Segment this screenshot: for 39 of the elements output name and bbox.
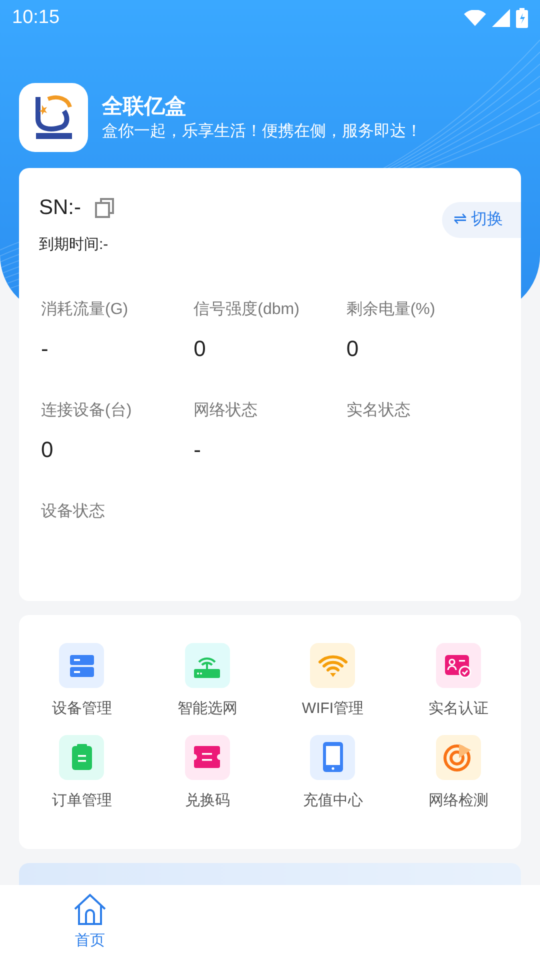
stat-label: 信号强度(dbm) <box>194 300 300 320</box>
stat-label: 设备状态 <box>41 502 106 522</box>
stat-value: - <box>41 335 50 363</box>
expiry-time: 到期时间:- <box>39 234 110 254</box>
menu-item[interactable]: 设备管理 <box>19 643 144 720</box>
menu-item[interactable]: 智能选网 <box>144 643 270 720</box>
wifi-icon <box>318 654 348 678</box>
menu-item[interactable]: WIFI管理 <box>270 643 396 720</box>
menu-item[interactable]: 充值中心 <box>270 734 396 812</box>
stat-value: 0 <box>194 335 207 363</box>
app-logo <box>19 83 88 152</box>
copy-icon[interactable] <box>95 196 115 219</box>
switch-button[interactable]: ⇌ 切换 <box>442 202 521 238</box>
clipboard-icon <box>70 743 93 771</box>
cell-signal-icon <box>492 9 510 27</box>
stat-value: 0 <box>41 436 54 464</box>
menu-item[interactable]: 订单管理 <box>19 734 144 812</box>
serial-number: SN:- <box>39 195 81 221</box>
server-icon <box>68 652 95 678</box>
app-name: 全联亿盒 <box>102 94 187 120</box>
tab-item[interactable]: 首页 <box>0 885 180 960</box>
id-card-icon <box>444 652 472 678</box>
app-slogan: 盒你一起，乐享生活！便携在侧，服务即达！ <box>102 122 422 142</box>
radar-icon <box>443 742 474 772</box>
menu-item[interactable]: 实名认证 <box>396 643 521 720</box>
stat-value: 0 <box>346 335 360 363</box>
status-time: 10:15 <box>12 6 60 30</box>
stat-label: 消耗流量(G) <box>41 300 130 320</box>
stat-label: 连接设备(台) <box>41 400 133 421</box>
menu-item[interactable]: 网络检测 <box>396 734 521 812</box>
stat-value: - <box>194 436 202 464</box>
wifi-signal-icon <box>464 10 486 26</box>
battery-icon <box>516 8 528 28</box>
stat-label: 实名状态 <box>346 400 412 421</box>
menu-item[interactable]: 兑换码 <box>144 734 270 812</box>
stat-label: 剩余电量(%) <box>346 300 436 320</box>
stat-label: 网络状态 <box>194 400 259 421</box>
phone-icon <box>322 741 344 773</box>
ticket-icon <box>193 744 222 770</box>
